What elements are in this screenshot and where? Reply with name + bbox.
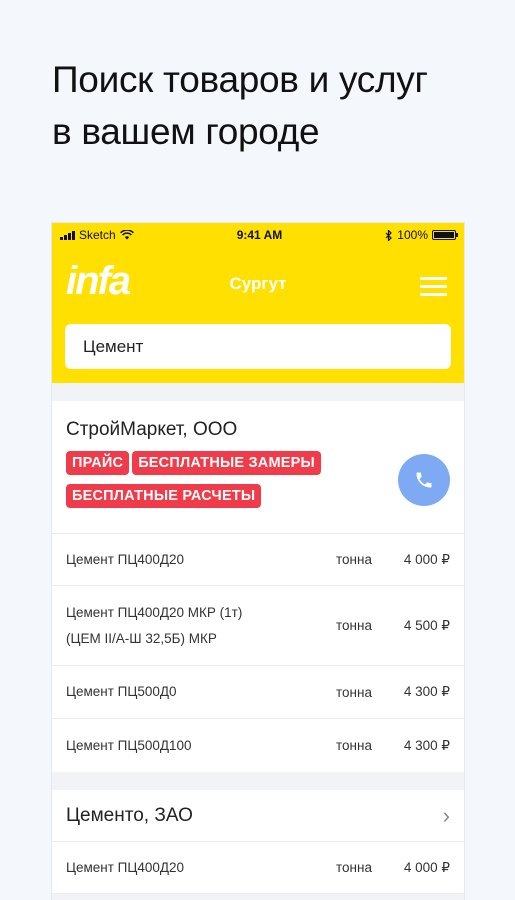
product-name: Цемент ПЦ500Д0 (66, 684, 177, 699)
company-tags: ПРАЙС БЕСПЛАТНЫЕ ЗАМЕРЫ БЕСПЛАТНЫЕ РАСЧЕТЫ (66, 451, 371, 517)
call-button[interactable] (398, 454, 450, 506)
product-name-line-1: Цемент ПЦ400Д20 МКР (1т) (66, 604, 243, 620)
product-name: Цемент ПЦ400Д20 (66, 551, 185, 567)
product-unit: тонна (336, 618, 372, 633)
product-name-line-2: (ЦЕМ II/А-Ш 32,5Б) МКР (66, 630, 217, 646)
product-price: 4 500 ₽ (403, 617, 450, 633)
results-list: СтройМаркет, ООО ПРАЙС БЕСПЛАТНЫЕ ЗАМЕРЫ Б… (52, 383, 464, 894)
tag-free-calc[interactable]: БЕСПЛАТНЫЕ РАСЧЕТЫ (66, 484, 262, 508)
battery-label: 100% (397, 228, 428, 242)
product-price: 4 300 ₽ (403, 737, 450, 753)
product-price: 4 300 ₽ (403, 684, 450, 699)
promo-headline: Поиск товаров и услуг в вашем городе (52, 54, 492, 158)
product-price: 4 000 ₽ (403, 551, 450, 567)
promo-line-1: Поиск товаров и услуг (52, 59, 428, 100)
status-bar: Sketch 9:41 AM 100% (52, 223, 464, 247)
product-row[interactable]: Цемент ПЦ400Д20 тонна 4 000 ₽ (52, 534, 464, 586)
phone-icon (416, 472, 432, 488)
battery-icon (432, 230, 458, 240)
tag-price[interactable]: ПРАЙС (66, 451, 130, 475)
company-card: СтройМаркет, ООО ПРАЙС БЕСПЛАТНЫЕ ЗАМЕРЫ Б… (52, 401, 464, 772)
menu-icon[interactable] (420, 277, 447, 301)
product-unit: тонна (336, 860, 372, 875)
product-price: 4 000 ₽ (403, 859, 450, 875)
company-card: Цементо, ЗАО › Цемент ПЦ400Д20 тонна 4 0… (52, 790, 464, 894)
app-header: Sketch 9:41 AM 100% infa Сургут (52, 223, 464, 383)
product-row[interactable]: Цемент ПЦ400Д20 МКР (1т) (ЦЕМ II/А-Ш 32,… (52, 586, 464, 666)
city-selector[interactable]: Сургут (52, 274, 464, 294)
chevron-right-icon: › (442, 802, 450, 828)
product-unit: тонна (336, 738, 372, 753)
promo-line-2: в вашем городе (52, 111, 320, 152)
navbar: infa Сургут (52, 247, 464, 321)
company-header[interactable]: Цементо, ЗАО › (52, 790, 464, 842)
product-row[interactable]: Цемент ПЦ500Д100 тонна 4 300 ₽ (52, 719, 464, 772)
product-row[interactable]: Цемент ПЦ400Д20 тонна 4 000 ₽ (52, 842, 464, 894)
company-name: Цементо, ЗАО (66, 804, 193, 826)
product-unit: тонна (336, 684, 372, 700)
search-input[interactable] (65, 324, 451, 369)
product-name: Цемент ПЦ400Д20 (66, 859, 185, 875)
company-name[interactable]: СтройМаркет, ООО (66, 419, 450, 441)
product-row[interactable]: Цемент ПЦ500Д0 тонна 4 300 ₽ (52, 666, 464, 719)
product-name: Цемент ПЦ500Д100 (66, 737, 192, 753)
bluetooth-icon (385, 229, 393, 241)
company-header[interactable]: СтройМаркет, ООО ПРАЙС БЕСПЛАТНЫЕ ЗАМЕРЫ Б… (52, 401, 464, 534)
tag-free-measure[interactable]: БЕСПЛАТНЫЕ ЗАМЕРЫ (132, 451, 321, 475)
status-time: 9:41 AM (236, 228, 283, 242)
signal-icon (60, 230, 75, 240)
product-name: Цемент ПЦ400Д20 МКР (1т) (ЦЕМ II/А-Ш 32,… (66, 600, 336, 652)
phone-screen: Sketch 9:41 AM 100% infa Сургут СтройМар… (52, 223, 464, 900)
wifi-icon (119, 230, 134, 240)
carrier-label: Sketch (79, 228, 116, 242)
product-unit: тонна (336, 552, 372, 567)
